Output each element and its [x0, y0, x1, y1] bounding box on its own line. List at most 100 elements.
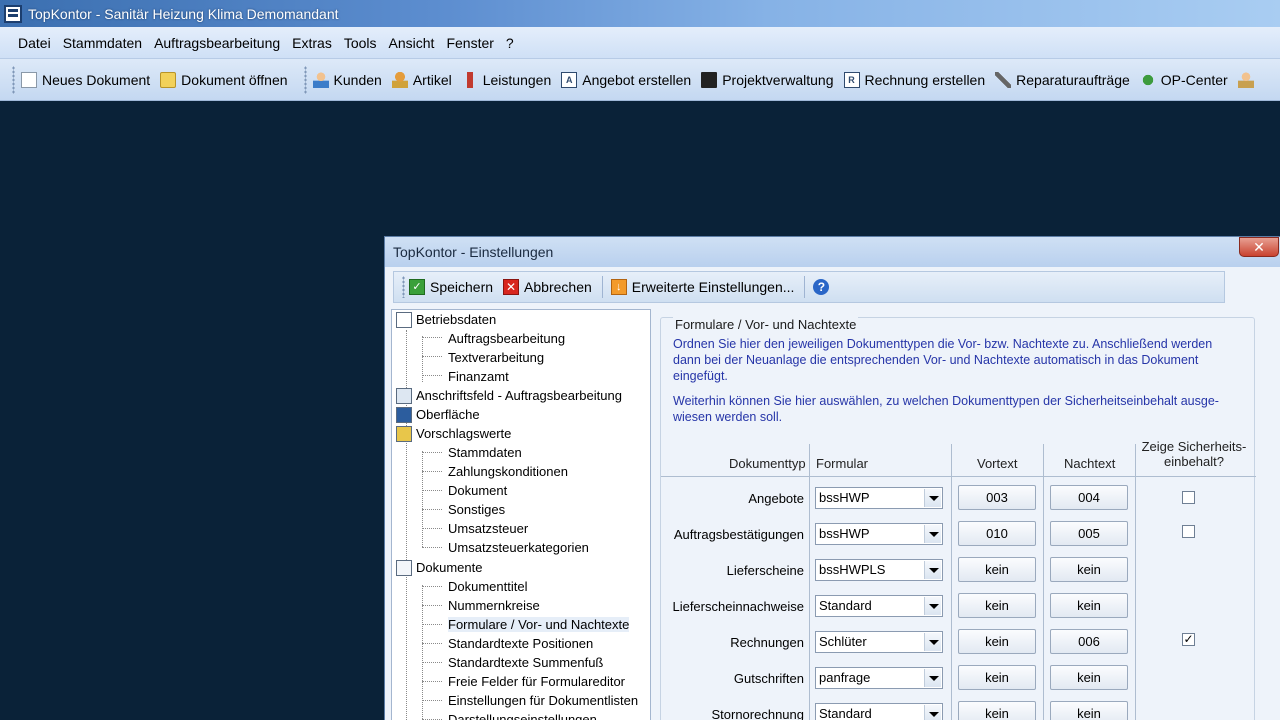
tree-line — [422, 662, 442, 663]
chevron-down-icon[interactable] — [924, 633, 941, 651]
nachtext-button-angebote[interactable]: 004 — [1050, 485, 1128, 510]
cancel-button[interactable]: ✕ Abbrechen — [503, 279, 592, 295]
tree-node-nummernkreise[interactable]: Nummernkreise — [448, 596, 540, 615]
tree-node-dokumenttitel[interactable]: Dokumenttitel — [448, 577, 527, 596]
new-document-button[interactable]: Neues Dokument — [21, 71, 150, 88]
vortext-button-lieferscheine[interactable]: kein — [958, 557, 1036, 582]
save-button[interactable]: ✓ Speichern — [409, 279, 493, 295]
menu-auftragsbearbeitung[interactable]: Auftragsbearbeitung — [151, 33, 283, 53]
nachtext-button-auftragsbestaetigungen[interactable]: 005 — [1050, 521, 1128, 546]
form-select-rechnungen[interactable]: Schlüter — [815, 631, 943, 653]
new-document-icon — [21, 71, 37, 88]
tree-line — [422, 643, 442, 644]
chevron-down-icon[interactable] — [924, 489, 941, 507]
row-label-lieferscheine: Lieferscheine — [726, 563, 804, 578]
chevron-down-icon[interactable] — [924, 705, 941, 720]
tree-node-betriebsdaten[interactable]: Betriebsdaten — [396, 310, 496, 329]
menu-tools[interactable]: Tools — [341, 33, 380, 53]
articles-icon — [391, 71, 408, 88]
column-divider — [1043, 444, 1044, 720]
toolbar-grip[interactable] — [12, 65, 15, 94]
tree-node-formulare[interactable]: Formulare / Vor- und Nachtexte — [448, 615, 630, 634]
tree-node-vorschlagswerte[interactable]: Vorschlagswerte — [396, 424, 511, 443]
header-vortext: Vortext — [977, 456, 1018, 471]
close-button[interactable]: ✕ — [1239, 237, 1279, 257]
tree-line — [422, 451, 423, 547]
create-offer-button[interactable]: A Angebot erstellen — [561, 71, 691, 88]
chevron-down-icon[interactable] — [924, 669, 941, 687]
form-select-lieferscheinnachweise[interactable]: Standard — [815, 595, 943, 617]
security-checkbox-auftragsbestaetigungen[interactable] — [1182, 525, 1195, 538]
vortext-button-angebote[interactable]: 003 — [958, 485, 1036, 510]
services-button[interactable]: Leistungen — [461, 71, 551, 88]
vortext-button-auftragsbestaetigungen[interactable]: 010 — [958, 521, 1036, 546]
project-book-icon — [701, 71, 718, 88]
menu-stammdaten[interactable]: Stammdaten — [60, 33, 145, 53]
menu-fenster[interactable]: Fenster — [443, 33, 496, 53]
advanced-settings-button[interactable]: ↓ Erweiterte Einstellungen... — [610, 279, 794, 295]
vortext-button-rechnungen[interactable]: kein — [958, 629, 1036, 654]
repair-orders-button[interactable]: Reparaturaufträge — [995, 71, 1130, 88]
tree-node-finanzamt[interactable]: Finanzamt — [448, 367, 509, 386]
vortext-button-lieferscheinnachweise[interactable]: kein — [958, 593, 1036, 618]
info-text-1: Ordnen Sie hier den jeweiligen Dokumentt… — [673, 337, 1213, 383]
more-toolbar-button[interactable] — [1237, 71, 1259, 88]
tree-node-standardtexte-summenfuss[interactable]: Standardtexte Summenfuß — [448, 653, 603, 672]
nachtext-button-rechnungen[interactable]: 006 — [1050, 629, 1128, 654]
tree-node-textverarbeitung[interactable]: Textverarbeitung — [448, 348, 544, 367]
op-center-button[interactable]: OP-Center — [1139, 71, 1228, 88]
security-checkbox-angebote[interactable] — [1182, 491, 1195, 504]
tree-node-standardtexte-positionen[interactable]: Standardtexte Positionen — [448, 634, 593, 653]
tree-node-dokumente[interactable]: Dokumente — [396, 558, 482, 577]
nachtext-button-lieferscheine[interactable]: kein — [1050, 557, 1128, 582]
tree-line — [422, 586, 442, 587]
menu-extras[interactable]: Extras — [289, 33, 335, 53]
chevron-down-icon[interactable] — [924, 597, 941, 615]
nachtext-button-lieferscheinnachweise[interactable]: kein — [1050, 593, 1128, 618]
form-select-lieferscheine[interactable]: bssHWPLS — [815, 559, 943, 581]
vortext-button-gutschriften[interactable]: kein — [958, 665, 1036, 690]
articles-button[interactable]: Artikel — [391, 71, 452, 88]
vortext-button-stornorechnung[interactable]: kein — [958, 701, 1036, 720]
project-management-button[interactable]: Projektverwaltung — [701, 71, 834, 88]
menu-datei[interactable]: Datei — [15, 33, 54, 53]
column-divider — [951, 444, 952, 720]
menu-help[interactable]: ? — [503, 33, 517, 53]
form-select-angebote[interactable]: bssHWP — [815, 487, 943, 509]
tree-node-darstellung[interactable]: Darstellungseinstellungen — [448, 710, 597, 720]
tree-node-zahlungskonditionen[interactable]: Zahlungskonditionen — [448, 462, 568, 481]
customers-button[interactable]: Kunden — [312, 71, 382, 88]
tree-node-sonstiges[interactable]: Sonstiges — [448, 500, 505, 519]
tree-node-anschriftsfeld[interactable]: Anschriftsfeld - Auftragsbearbeitung — [396, 386, 622, 405]
tree-line — [422, 375, 442, 376]
menu-ansicht[interactable]: Ansicht — [386, 33, 438, 53]
toolbar-grip[interactable] — [303, 65, 307, 94]
chevron-down-icon[interactable] — [924, 561, 941, 579]
tree-node-umsatzsteuerkategorien[interactable]: Umsatzsteuerkategorien — [448, 538, 589, 557]
chevron-down-icon[interactable] — [924, 525, 941, 543]
open-folder-icon — [160, 71, 177, 88]
help-button[interactable]: ? — [813, 279, 834, 295]
form-select-gutschriften[interactable]: panfrage — [815, 667, 943, 689]
nachtext-button-gutschriften[interactable]: kein — [1050, 665, 1128, 690]
tree-node-oberflaeche[interactable]: Oberfläche — [396, 405, 480, 424]
form-select-auftragsbestaetigungen[interactable]: bssHWP — [815, 523, 943, 545]
tree-line — [422, 624, 442, 625]
row-label-gutschriften: Gutschriften — [733, 671, 804, 686]
nachtext-button-stornorechnung[interactable]: kein — [1050, 701, 1128, 720]
tree-node-umsatzsteuer[interactable]: Umsatzsteuer — [448, 519, 528, 538]
open-document-button[interactable]: Dokument öffnen — [160, 71, 288, 88]
tree-node-dokument[interactable]: Dokument — [448, 481, 507, 500]
toolbar-grip[interactable] — [402, 276, 405, 298]
tree-node-auftragsbearbeitung[interactable]: Auftragsbearbeitung — [448, 329, 565, 348]
dialog-title-bar[interactable]: TopKontor - Einstellungen ✕ — [385, 237, 1280, 267]
tree-node-freie-felder[interactable]: Freie Felder für Formulareditor — [448, 672, 625, 691]
form-select-stornorechnung[interactable]: Standard — [815, 703, 943, 720]
monitor-icon — [396, 406, 412, 423]
security-checkbox-rechnungen[interactable]: ✓ — [1182, 633, 1195, 646]
tree-line — [422, 452, 442, 453]
tree-node-dokumentlisten[interactable]: Einstellungen für Dokumentlisten — [448, 691, 638, 710]
tree-node-stammdaten[interactable]: Stammdaten — [448, 443, 522, 462]
create-invoice-button[interactable]: R Rechnung erstellen — [843, 71, 985, 88]
settings-tree[interactable]: Betriebsdaten Auftragsbearbeitung Textve… — [391, 309, 651, 720]
